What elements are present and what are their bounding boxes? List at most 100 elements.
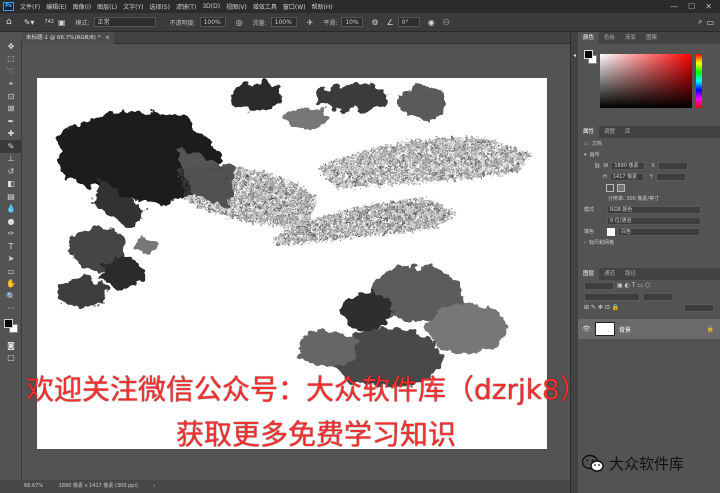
tab-paths[interactable]: 路径 <box>620 268 641 280</box>
landscape-icon[interactable] <box>617 183 625 192</box>
eyedropper-tool-icon[interactable]: ✒ <box>0 115 22 128</box>
tab-libraries[interactable]: 库 <box>620 126 636 138</box>
pressure-size-icon[interactable]: ◉ <box>428 18 435 27</box>
workspace-icon[interactable]: ▭ <box>706 18 714 27</box>
tab-channels[interactable]: 通道 <box>599 268 620 280</box>
link-icon[interactable]: ⛓ <box>594 163 600 169</box>
type-tool-icon[interactable]: T <box>0 240 22 253</box>
menu-plugins[interactable]: 增效工具 <box>250 2 280 11</box>
fill-row: 填色 白色 <box>578 226 720 237</box>
healing-brush-tool-icon[interactable]: ✚ <box>0 128 22 141</box>
rulers-grid-header[interactable]: › 标尺和网格 <box>578 237 720 248</box>
menu-layer[interactable]: 图层(L) <box>94 2 120 11</box>
brush-tool-icon[interactable]: ✎ <box>0 140 22 153</box>
smoothing-field[interactable]: 10% <box>341 17 364 27</box>
layer-blend-mode[interactable] <box>584 292 640 301</box>
height-field[interactable]: 1417 像素 <box>609 172 644 181</box>
brush-tool-preset-icon[interactable]: ✎▾ <box>24 18 35 27</box>
hue-slider[interactable] <box>696 54 702 108</box>
menu-window[interactable]: 窗口(W) <box>280 2 309 11</box>
menu-view[interactable]: 视图(V) <box>223 2 250 11</box>
minimize-button[interactable]: — <box>670 2 678 11</box>
object-selection-tool-icon[interactable]: ⌖ <box>0 78 22 91</box>
menu-filter[interactable]: 滤镜(T) <box>173 2 199 11</box>
airbrush-icon[interactable]: ✈ <box>307 18 314 27</box>
color-picker-field[interactable] <box>600 54 692 108</box>
dodge-tool-icon[interactable]: ● <box>0 215 22 228</box>
tab-gradients[interactable]: 渐变 <box>620 32 641 44</box>
fill-swatch[interactable] <box>607 227 615 236</box>
layer-opacity[interactable] <box>643 292 673 301</box>
bit-depth-select[interactable]: 8 位/通道 <box>607 216 701 225</box>
clone-stamp-tool-icon[interactable]: ⊥ <box>0 153 22 166</box>
layer-fill[interactable] <box>684 303 714 312</box>
tab-swatches[interactable]: 色板 <box>599 32 620 44</box>
pressure-opacity-icon[interactable]: ◎ <box>236 18 243 27</box>
history-brush-tool-icon[interactable]: ↺ <box>0 165 22 178</box>
crop-tool-icon[interactable]: ⊡ <box>0 90 22 103</box>
menu-help[interactable]: 帮助(H) <box>309 2 336 11</box>
fill-select[interactable]: 白色 <box>618 227 700 236</box>
screen-mode-icon[interactable]: ▢ <box>0 352 22 365</box>
panel-toggle-icon[interactable]: ◂ <box>571 52 578 59</box>
home-icon[interactable]: ⌂ <box>6 17 12 27</box>
path-selection-tool-icon[interactable]: ➤ <box>0 253 22 266</box>
tab-color[interactable]: 颜色 <box>578 32 600 44</box>
symmetry-icon[interactable]: ⚇ <box>443 18 450 27</box>
brush-settings-icon[interactable]: ▣ <box>58 18 66 27</box>
pen-tool-icon[interactable]: ✑ <box>0 228 22 241</box>
menu-type[interactable]: 文字(Y) <box>120 2 146 11</box>
color-swatches[interactable] <box>0 315 21 339</box>
eraser-tool-icon[interactable]: ◧ <box>0 178 22 191</box>
tab-properties[interactable]: 属性 <box>578 126 600 138</box>
layer-lock-icon[interactable]: 🔒 <box>707 326 714 333</box>
search-icon[interactable]: ⌕ <box>698 17 702 27</box>
layer-name[interactable]: 背景 <box>619 325 631 334</box>
tab-layers[interactable]: 图层 <box>578 268 600 280</box>
document-tab-title: 未标题-1 @ 66.7%(RGB/8) * <box>26 35 101 41</box>
status-more-arrow[interactable]: › <box>153 483 155 489</box>
width-field[interactable]: 1890 像素 <box>611 161 646 170</box>
frame-tool-icon[interactable]: ⊠ <box>0 103 22 116</box>
zoom-level[interactable]: 66.67% <box>24 483 43 489</box>
tab-patterns[interactable]: 图案 <box>641 32 662 44</box>
smoothing-options-icon[interactable]: ⚙ <box>371 18 378 27</box>
mode-select[interactable]: 正常 <box>93 17 156 27</box>
brush-size-value[interactable]: 742 <box>44 19 54 25</box>
color-panel-foreground-swatch[interactable] <box>584 50 593 59</box>
x-field[interactable] <box>657 161 688 170</box>
marquee-tool-icon[interactable]: ⬚ <box>0 53 22 66</box>
hand-tool-icon[interactable]: ✋ <box>0 278 22 291</box>
gradient-tool-icon[interactable]: ▤ <box>0 190 22 203</box>
canvas-section-header[interactable]: ▾ 画布 <box>578 149 720 160</box>
filter-icons[interactable]: ▣ ◐ T ▭ ⬡ <box>617 282 650 289</box>
tab-adjustments[interactable]: 调整 <box>599 126 620 138</box>
close-button[interactable]: ✕ <box>705 2 712 11</box>
y-field[interactable] <box>655 172 686 181</box>
maximize-button[interactable]: ☐ <box>688 2 695 11</box>
opacity-field[interactable]: 100% <box>199 17 226 27</box>
flow-field[interactable]: 100% <box>270 17 297 27</box>
move-tool-icon[interactable]: ✥ <box>0 40 22 53</box>
portrait-icon[interactable] <box>606 183 614 192</box>
zoom-tool-icon[interactable]: 🔍 <box>0 290 22 303</box>
menu-select[interactable]: 选择(S) <box>146 2 173 11</box>
rectangle-tool-icon[interactable]: ▭ <box>0 265 22 278</box>
lock-icons[interactable]: ⊞ ✎ ✥ ⊡ 🔒 <box>584 304 619 311</box>
quick-mask-icon[interactable]: ◙ <box>0 339 22 352</box>
layer-row-background[interactable]: 👁 背景 🔒 <box>578 319 720 339</box>
visibility-eye-icon[interactable]: 👁 <box>582 325 591 333</box>
foreground-color-swatch[interactable] <box>4 319 13 328</box>
color-mode-select[interactable]: RGB 颜色 <box>607 205 701 214</box>
blur-tool-icon[interactable]: 💧 <box>0 203 22 216</box>
layer-kind-filter[interactable] <box>584 281 614 290</box>
more-tools-icon[interactable]: ··· <box>0 303 22 316</box>
menu-edit[interactable]: 编辑(E) <box>43 2 69 11</box>
menu-3d[interactable]: 3D(D) <box>199 3 223 10</box>
menu-file[interactable]: 文件(F) <box>17 2 43 11</box>
lasso-tool-icon[interactable]: ➰ <box>0 65 22 78</box>
document-tab-close[interactable]: × <box>105 35 110 41</box>
angle-field[interactable]: 0° <box>397 17 420 27</box>
document-tab[interactable]: 未标题-1 @ 66.7%(RGB/8) * × <box>22 32 114 44</box>
menu-image[interactable]: 图像(I) <box>70 2 94 11</box>
